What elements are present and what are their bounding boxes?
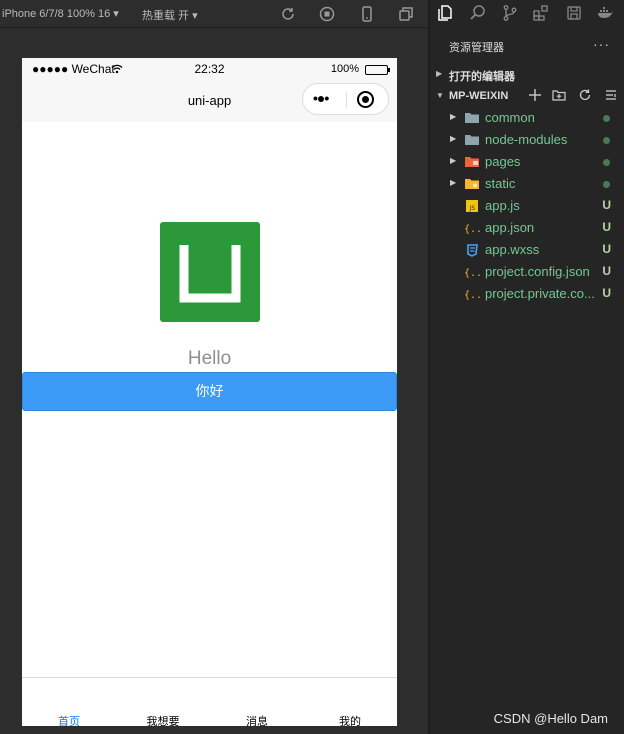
docker-icon[interactable] [596, 4, 614, 22]
hot-reload-select[interactable]: 热重载 开 ▾ [142, 7, 198, 23]
project-section[interactable]: ▼ MP-WEIXIN [430, 86, 624, 106]
svg-text:{..}: {..} [464, 290, 480, 301]
file-app-js[interactable]: JS app.js U [430, 195, 624, 217]
explorer-title: 资源管理器 [449, 42, 504, 54]
logo-u-icon [179, 245, 241, 303]
navigation-bar: uni-app •●• [22, 80, 397, 122]
simulator-toolbar: iPhone 6/7/8 100% 16 ▾ 热重载 开 ▾ [0, 0, 429, 28]
css-file-icon [467, 244, 478, 257]
stop-icon[interactable] [318, 5, 336, 23]
collapsed-caret-icon: ▶ [436, 69, 443, 78]
capsule-menu: •●• [302, 83, 389, 115]
tab-bar: 首页 我想要 消息 我的 [22, 677, 397, 726]
json-file-icon: {..} [464, 290, 480, 301]
json-file-icon: {..} [464, 268, 480, 279]
json-file-icon: {..} [464, 224, 480, 235]
new-folder-icon[interactable] [552, 88, 568, 104]
explorer-panel: 资源管理器 ··· ▶ 打开的编辑器 ▼ MP-WEIXIN ▶ common [430, 0, 624, 734]
static-folder-icon [465, 179, 479, 189]
device-select[interactable]: iPhone 6/7/8 100% 16 ▾ [2, 7, 119, 20]
uni-app-logo [160, 222, 260, 322]
folder-static[interactable]: ▶ static [430, 173, 624, 195]
tab-home[interactable]: 首页 [22, 713, 116, 726]
more-menu-icon[interactable]: •●• [313, 90, 329, 106]
javascript-file-icon: JS [466, 200, 478, 212]
file-app-json[interactable]: {..} app.json U [430, 217, 624, 239]
untracked-badge: U [602, 198, 611, 212]
phone-simulator: ●●●●● WeChat 22:32 100% uni-app •●• Hell… [22, 58, 397, 726]
folder-icon [465, 135, 479, 145]
folder-name: pages [485, 154, 521, 169]
explorer-files-icon[interactable] [436, 4, 454, 22]
extensions-icon[interactable] [532, 4, 550, 22]
hello-text: Hello [187, 348, 232, 369]
open-editors-section[interactable]: ▶ 打开的编辑器 [430, 64, 624, 84]
modified-dot [603, 159, 610, 166]
tab-messages[interactable]: 消息 [210, 713, 304, 726]
expanded-caret-icon: ▼ [436, 91, 444, 100]
folder-node-modules[interactable]: ▶ node-modules [430, 129, 624, 151]
file-app-wxss[interactable]: app.wxss U [430, 239, 624, 261]
activity-bar [430, 0, 624, 28]
file-name: app.json [485, 220, 535, 235]
refresh-icon[interactable] [279, 5, 297, 23]
file-name: project.config.json [485, 264, 590, 279]
file-name: project.private.co... [485, 286, 595, 301]
refresh-explorer-icon[interactable] [578, 88, 594, 104]
folder-caret-icon: ▶ [450, 156, 457, 165]
source-control-icon[interactable] [501, 4, 519, 22]
tab-mine[interactable]: 我的 [303, 713, 397, 726]
tab-wish[interactable]: 我想要 [116, 713, 210, 726]
modified-dot [603, 137, 610, 144]
folder-pages[interactable]: ▶ pages [430, 151, 624, 173]
phone-icon[interactable] [358, 5, 376, 23]
close-miniprogram-icon[interactable] [357, 91, 374, 108]
file-project-config-json[interactable]: {..} project.config.json U [430, 261, 624, 283]
folder-name: node-modules [485, 132, 568, 147]
pages-folder-icon [465, 157, 479, 167]
folder-common[interactable]: ▶ common [430, 107, 624, 129]
folder-icon [465, 113, 479, 123]
modified-dot [603, 181, 610, 188]
new-file-icon[interactable] [528, 88, 544, 104]
hello-button[interactable]: 你好 [22, 372, 397, 411]
capsule-divider [346, 92, 347, 108]
file-name: app.wxss [485, 242, 540, 257]
save-panel-icon[interactable] [565, 4, 583, 22]
status-bar: ●●●●● WeChat 22:32 100% [22, 58, 397, 80]
untracked-badge: U [602, 264, 611, 278]
open-editors-label: 打开的编辑器 [449, 71, 515, 83]
search-icon[interactable] [469, 4, 487, 22]
untracked-badge: U [602, 220, 611, 234]
svg-text:{..}: {..} [464, 224, 480, 235]
untracked-badge: U [602, 242, 611, 256]
modified-dot [603, 115, 610, 122]
project-name: MP-WEIXIN [449, 90, 509, 102]
more-actions-icon[interactable]: ··· [593, 36, 610, 52]
file-name: app.js [485, 198, 520, 213]
watermark: CSDN @Hello Dam [493, 711, 608, 726]
folder-name: common [485, 110, 535, 125]
collapse-all-icon[interactable] [604, 88, 620, 104]
folder-name: static [485, 176, 516, 191]
untracked-badge: U [602, 286, 611, 300]
folder-caret-icon: ▶ [450, 134, 457, 143]
file-project-private-config-json[interactable]: {..} project.private.co... U [430, 283, 624, 305]
svg-text:JS: JS [469, 205, 476, 212]
folder-caret-icon: ▶ [450, 112, 457, 121]
svg-text:{..}: {..} [464, 268, 480, 279]
detach-window-icon[interactable] [397, 5, 415, 23]
battery-icon [365, 65, 390, 75]
folder-caret-icon: ▶ [450, 178, 457, 187]
battery-percent: 100% [330, 63, 359, 75]
